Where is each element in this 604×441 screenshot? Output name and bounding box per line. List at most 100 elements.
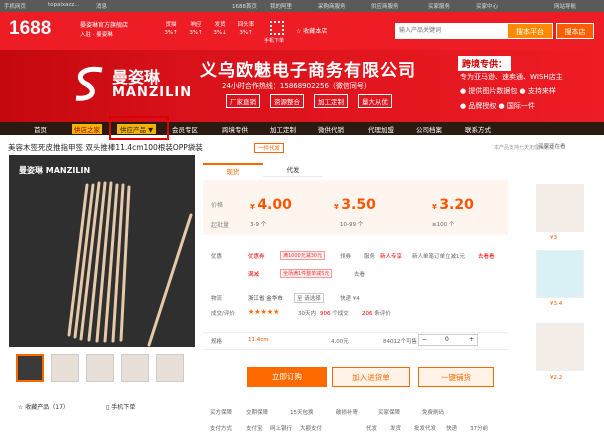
discount-view[interactable]: 去看 <box>354 270 365 278</box>
collect-shop[interactable]: ☆ 收藏本店 <box>296 26 327 35</box>
topbar-msg[interactable]: 消息 <box>96 2 107 10</box>
nav-profile[interactable]: 公司档案 <box>416 124 442 134</box>
cross-border-title: 跨境专供： <box>458 56 512 71</box>
nav-home[interactable]: 首页 <box>34 124 47 134</box>
nav-cross[interactable]: 跨境专供 <box>222 124 248 134</box>
stat-desc: 货描 3%↑ <box>164 22 178 36</box>
new-user-link[interactable]: 去看看 <box>478 252 495 260</box>
tag-bulk: 量大从优 <box>358 94 392 108</box>
plus-icon[interactable]: + <box>469 335 474 345</box>
price-tier-1: ¥ 4.00 <box>250 197 292 213</box>
product-title: 美容木签死皮推指甲签 双头推棒11.4cm100根装OPP袋装 <box>8 143 203 152</box>
shop-name[interactable]: 晏姿琳官方旗舰店 <box>80 20 128 29</box>
nav-agent[interactable]: 代理加盟 <box>368 124 394 134</box>
service-label: 服务 <box>364 254 376 260</box>
guarantee-label: 买方保障 <box>210 410 233 416</box>
quantity-stepper[interactable]: − 0 + <box>418 334 478 346</box>
dropship-item: 批发代发 <box>414 426 437 432</box>
thumbnail[interactable] <box>16 354 44 382</box>
thumbnail[interactable] <box>121 354 149 382</box>
topbar-user[interactable]: topaixazz... <box>48 2 80 8</box>
stat-resp: 响应 3%↑ <box>189 22 203 36</box>
shop-nav: 首页 供店之家 供应产品 ▼ 会员专区 跨境专供 加工定制 微供代销 代理加盟 … <box>0 122 604 135</box>
qty-tier-3: ≥100 个 <box>432 222 455 228</box>
ship-dest-select[interactable]: 至 请选择 <box>294 293 324 303</box>
nav-member[interactable]: 会员专区 <box>172 124 198 134</box>
review-count[interactable]: 206 条评价 <box>362 309 391 317</box>
topbar-buyer-svc[interactable]: 采购商服务 <box>318 2 346 10</box>
price-tier-3: ¥ 3.20 <box>432 197 474 213</box>
search-shop-button[interactable]: 搜本店 <box>556 23 594 39</box>
thumbnail[interactable] <box>51 354 79 382</box>
qty-value[interactable]: 0 <box>445 335 449 345</box>
discount-label: 满减 <box>248 272 260 278</box>
thumbnail[interactable] <box>156 354 184 382</box>
brand-en: MANZILIN <box>112 85 193 100</box>
nav-shop-tag[interactable]: 供店之家 <box>72 124 102 134</box>
favorite-product[interactable]: ☆ 收藏产品（17） <box>18 402 69 411</box>
cross-line-3: ● 品牌授权 ● 国际一件 <box>460 102 535 110</box>
thumbnail[interactable] <box>86 354 114 382</box>
dropship-button[interactable]: 一键铺货 <box>418 367 494 387</box>
coupon-claim[interactable]: 领券 <box>340 252 351 260</box>
pay-method: 大额支付 <box>300 426 323 432</box>
tab-dropship[interactable]: 代发 <box>263 163 323 177</box>
ship-label: 物流 <box>211 296 223 302</box>
related-product[interactable] <box>536 250 584 298</box>
brand-logo: 曼姿琳 MANZILIN <box>72 58 192 110</box>
also-viewed: 买家还在看 ¥3 ¥3.4 ¥2.2 <box>530 138 590 438</box>
coupon-2[interactable]: 全场满1件整单减5元 <box>280 269 333 278</box>
pay-method: 支付宝 <box>246 426 263 432</box>
spec-stock: 84012个可售 <box>383 339 417 345</box>
qr-icon[interactable] <box>270 21 284 35</box>
topbar-home[interactable]: 1688首页 <box>232 2 257 10</box>
ship-from: 浙江省 金华市 <box>248 296 283 302</box>
related-price: ¥3 <box>550 235 557 241</box>
new-user-text: 新人单笔订单立减1元 <box>412 254 465 260</box>
tab-stock[interactable]: 现货 <box>203 163 263 177</box>
topbar-mobile[interactable]: 手机网页 <box>4 2 26 10</box>
site-logo[interactable]: 1688 <box>9 18 51 40</box>
highlight-box <box>109 116 169 140</box>
qty-tier-2: 10-99 个 <box>340 222 364 228</box>
sold-label: 成交/评价 <box>211 311 235 317</box>
dropship-item: 快递 <box>446 426 458 432</box>
shop-sub: 入驻 · 曼姿琳 <box>80 32 113 38</box>
promo-label: 优惠 <box>211 254 223 260</box>
topbar-sitemap[interactable]: 网站导航 <box>554 2 576 10</box>
rating-stars: ★★★★★ <box>248 308 280 316</box>
dropship-badge: 一件代发 <box>254 143 285 153</box>
brand-mark-icon <box>75 66 103 101</box>
search-input[interactable] <box>395 23 507 39</box>
nav-contact[interactable]: 联系方式 <box>465 124 491 134</box>
shop-header: 1688 晏姿琳官方旗舰店 入驻 · 曼姿琳 货描 3%↑ 响应 3%↑ 发货 3%↓… <box>0 12 604 50</box>
price-label: 价格 <box>211 202 224 209</box>
related-product[interactable] <box>536 184 584 232</box>
guarantee-item: 交期保障 <box>246 410 269 416</box>
nav-custom[interactable]: 加工定制 <box>270 124 296 134</box>
qr-label: 手机下单 <box>264 38 285 44</box>
topbar-seller-svc[interactable]: 供应商服务 <box>371 2 399 10</box>
topbar-center[interactable]: 买家中心 <box>476 2 498 10</box>
also-viewed-title: 买家还在看 <box>538 144 566 150</box>
pay-method: 网上银行 <box>270 426 293 432</box>
guarantee-item: 买家保障 <box>378 410 401 416</box>
stat-ship: 发货 3%↓ <box>213 22 227 36</box>
mobile-order[interactable]: ▯ 手机下单 <box>106 402 135 411</box>
buy-now-button[interactable]: 立即订购 <box>247 367 327 387</box>
related-product[interactable] <box>536 323 584 371</box>
cross-line-2: ● 提供图片数据包 ● 支持来样 <box>460 87 556 95</box>
topbar-buyer[interactable]: 买家服务 <box>428 2 450 10</box>
search-all-button[interactable]: 搜本平台 <box>507 23 553 39</box>
add-cart-button[interactable]: 加入进货单 <box>332 367 410 387</box>
nav-dropship[interactable]: 微供代销 <box>318 124 344 134</box>
qty-tier-1: 3-9 个 <box>250 222 267 228</box>
sticks-illustration <box>67 181 193 347</box>
new-user-label: 新人专享 <box>380 254 403 260</box>
product-main-image[interactable]: 曼姿琳 MANZILIN <box>9 155 195 347</box>
sold-count: 906 个成交 <box>320 311 349 317</box>
coupon-1[interactable]: 满1000元减30元 <box>280 251 326 260</box>
hotline: 24小时合作热线：15868902256（微信同号） <box>222 82 371 90</box>
minus-icon[interactable]: − <box>422 335 427 345</box>
topbar-my[interactable]: 我的阿里 <box>270 2 292 10</box>
